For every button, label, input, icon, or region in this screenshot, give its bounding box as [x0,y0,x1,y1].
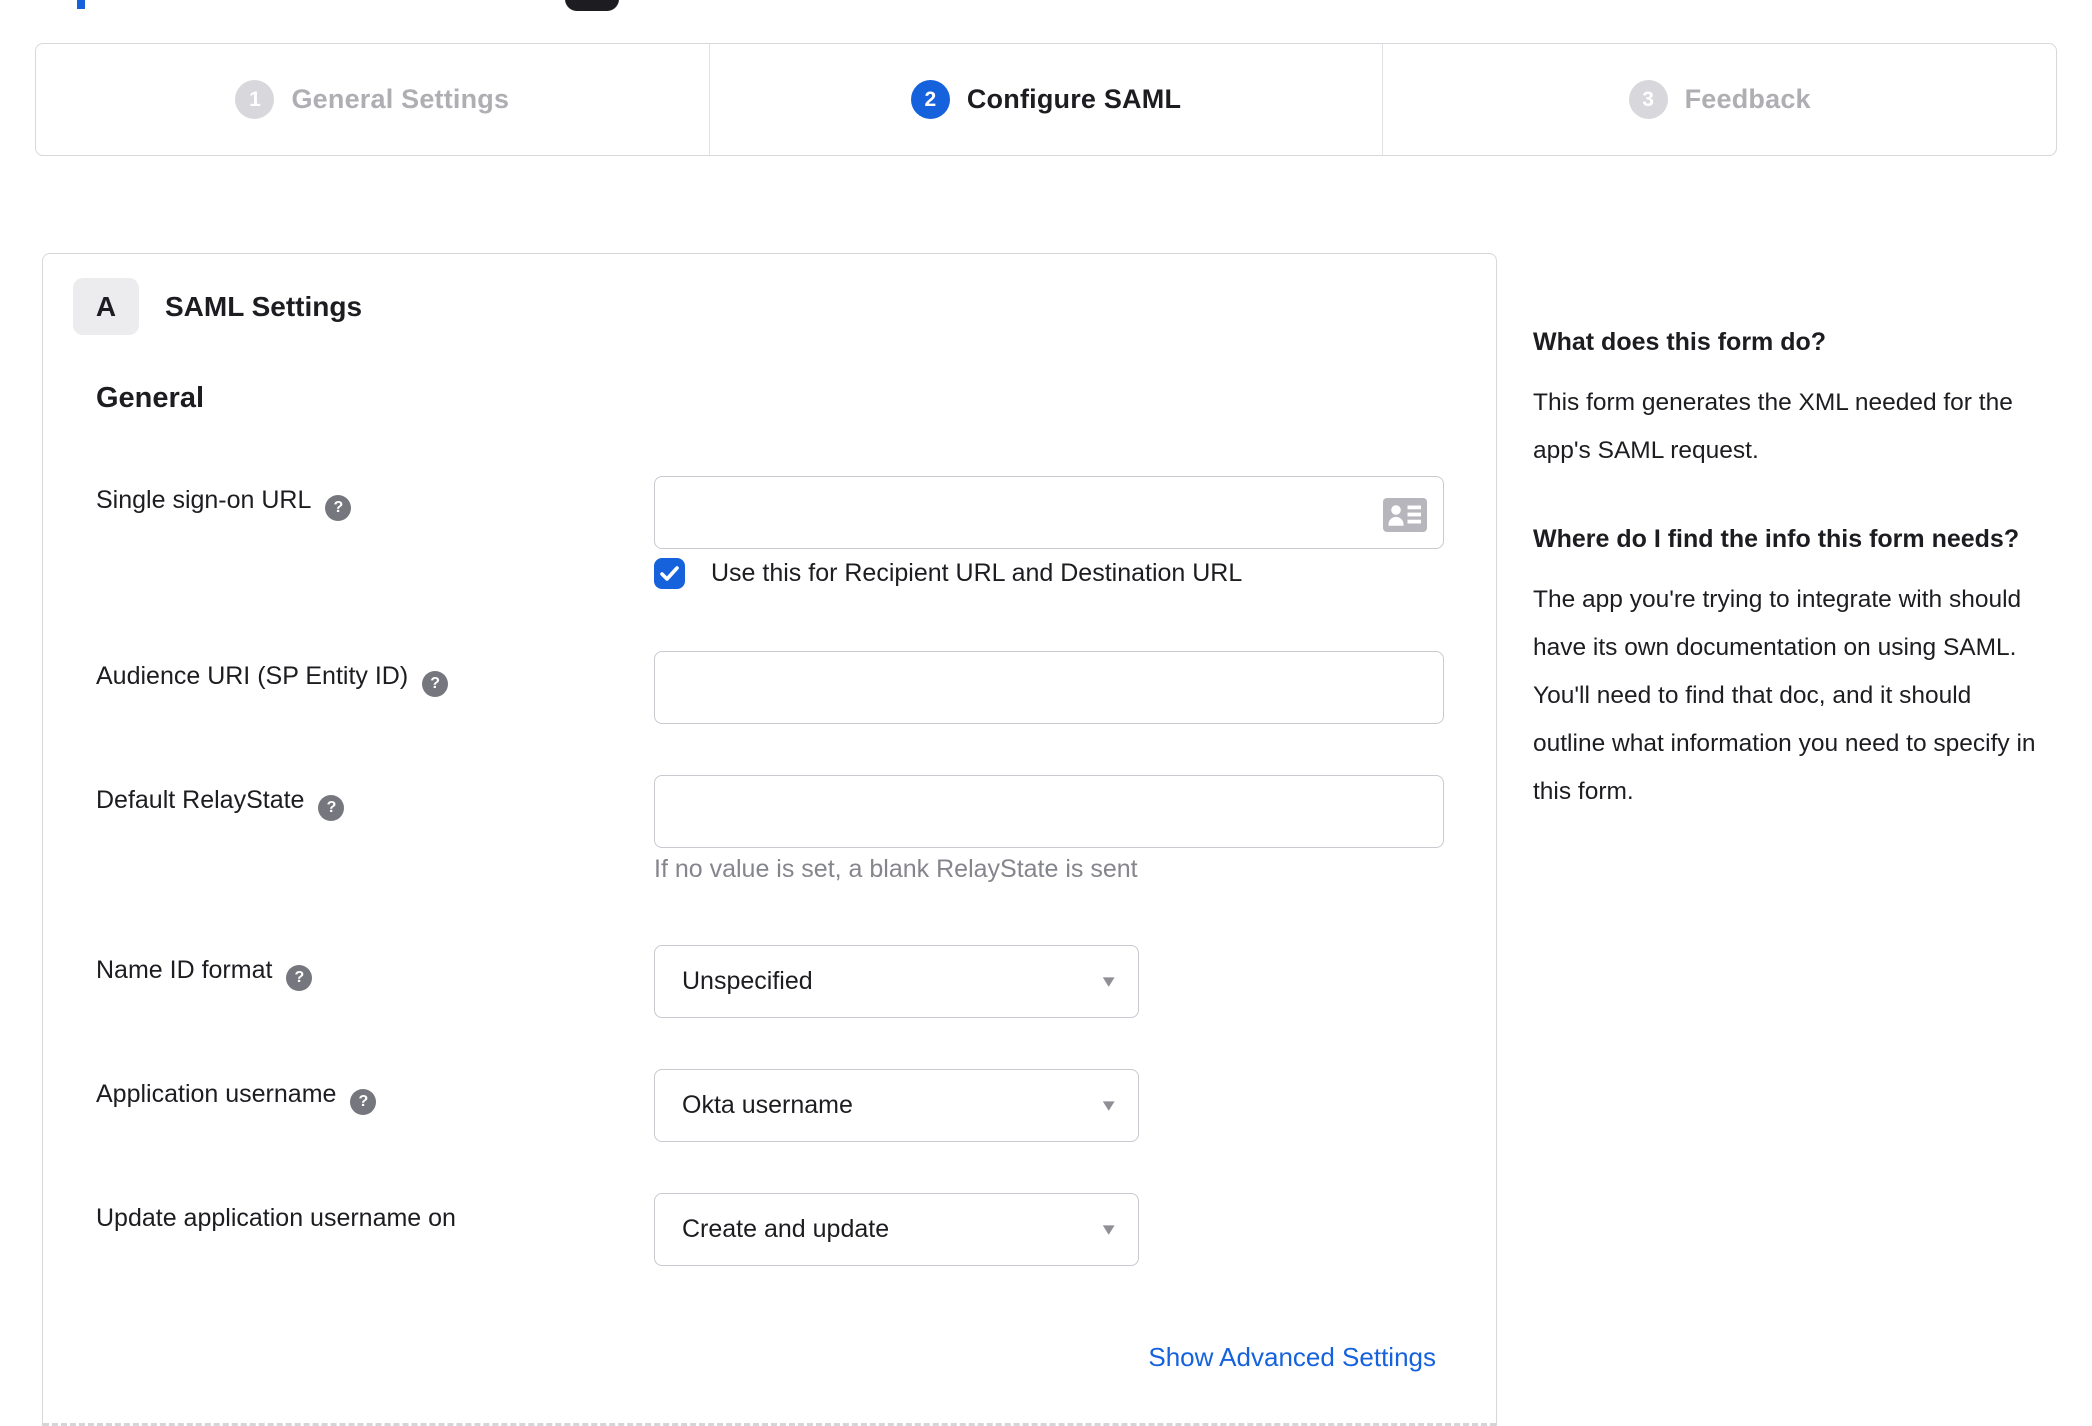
name-id-format-selected-value: Unspecified [682,967,813,995]
help-text-find-info: The app you're trying to integrate with … [1533,586,2036,806]
step-configure-saml[interactable]: 2 Configure SAML [708,44,1383,155]
step-2-number-badge: 2 [910,80,950,119]
step-feedback[interactable]: 3 Feedback [1382,44,2056,155]
update-application-username-label: Update application username on [96,1204,456,1233]
general-section-heading: General [96,382,204,414]
dropdown-caret-icon: ▾ [1103,1219,1116,1240]
application-username-selected-value: Okta username [682,1091,853,1119]
name-id-format-select[interactable]: Unspecified ▾ [654,945,1139,1018]
cropped-dark-icon-fragment [565,0,619,11]
wizard-stepper: 1 General Settings 2 Configure SAML 3 Fe… [35,43,2057,156]
application-username-select[interactable]: Okta username ▾ [654,1069,1139,1142]
step-3-number-badge: 3 [1628,80,1668,119]
recipient-url-checkbox-label: Use this for Recipient URL and Destinati… [711,559,1243,587]
name-id-format-help-icon[interactable]: ? [286,965,313,991]
saml-settings-panel: A SAML Settings General Single sign-on U… [42,253,1497,1426]
help-sidebar: What does this form do? This form genera… [1533,320,2043,858]
audience-uri-input[interactable] [654,651,1444,724]
default-relaystate-input[interactable] [654,775,1444,848]
step-1-number-badge: 1 [235,80,275,119]
step-2-label: Configure SAML [966,84,1182,114]
step-general-settings[interactable]: 1 General Settings [36,44,709,155]
application-username-label: Application username? [96,1080,377,1115]
default-relaystate-label: Default RelayState? [96,786,345,821]
update-application-username-label-text: Update application username on [96,1204,456,1232]
sso-url-label: Single sign-on URL? [96,486,352,521]
name-id-format-label: Name ID format? [96,956,313,991]
panel-title: SAML Settings [165,291,363,322]
section-a-badge: A [73,278,139,335]
update-application-username-select[interactable]: Create and update ▾ [654,1193,1139,1266]
application-username-help-icon[interactable]: ? [350,1089,377,1115]
recipient-url-checkbox[interactable] [654,558,685,589]
relaystate-hint-text: If no value is set, a blank RelayState i… [654,855,1138,883]
step-3-label: Feedback [1684,84,1811,114]
recipient-url-checkbox-row: Use this for Recipient URL and Destinati… [654,558,1242,589]
audience-uri-help-icon[interactable]: ? [422,671,449,697]
step-1-label: General Settings [291,84,510,114]
application-username-label-text: Application username [96,1080,337,1108]
audience-uri-label-text: Audience URI (SP Entity ID) [96,662,409,690]
show-advanced-settings-link[interactable]: Show Advanced Settings [1148,1342,1436,1372]
help-heading-find-info: Where do I find the info this form needs… [1533,525,2020,554]
default-relaystate-label-text: Default RelayState [96,786,305,814]
dropdown-caret-icon: ▾ [1103,1095,1116,1116]
audience-uri-label: Audience URI (SP Entity ID)? [96,662,449,697]
name-id-format-label-text: Name ID format [96,956,273,984]
checkbox-check-icon [660,566,679,581]
sso-url-help-icon[interactable]: ? [325,495,352,521]
dropdown-caret-icon: ▾ [1103,971,1116,992]
sso-url-input[interactable] [654,476,1444,549]
saml-configuration-page: 1 General Settings 2 Configure SAML 3 Fe… [0,0,2092,1426]
help-text-form-purpose: This form generates the XML needed for t… [1533,389,2013,465]
cropped-blue-title-fragment [77,0,85,9]
default-relaystate-help-icon[interactable]: ? [318,795,345,821]
update-application-username-selected-value: Create and update [682,1215,890,1243]
sso-url-label-text: Single sign-on URL [96,486,312,514]
advanced-settings-row: Show Advanced Settings [1148,1342,1436,1373]
help-heading-form-purpose: What does this form do? [1533,328,1827,356]
